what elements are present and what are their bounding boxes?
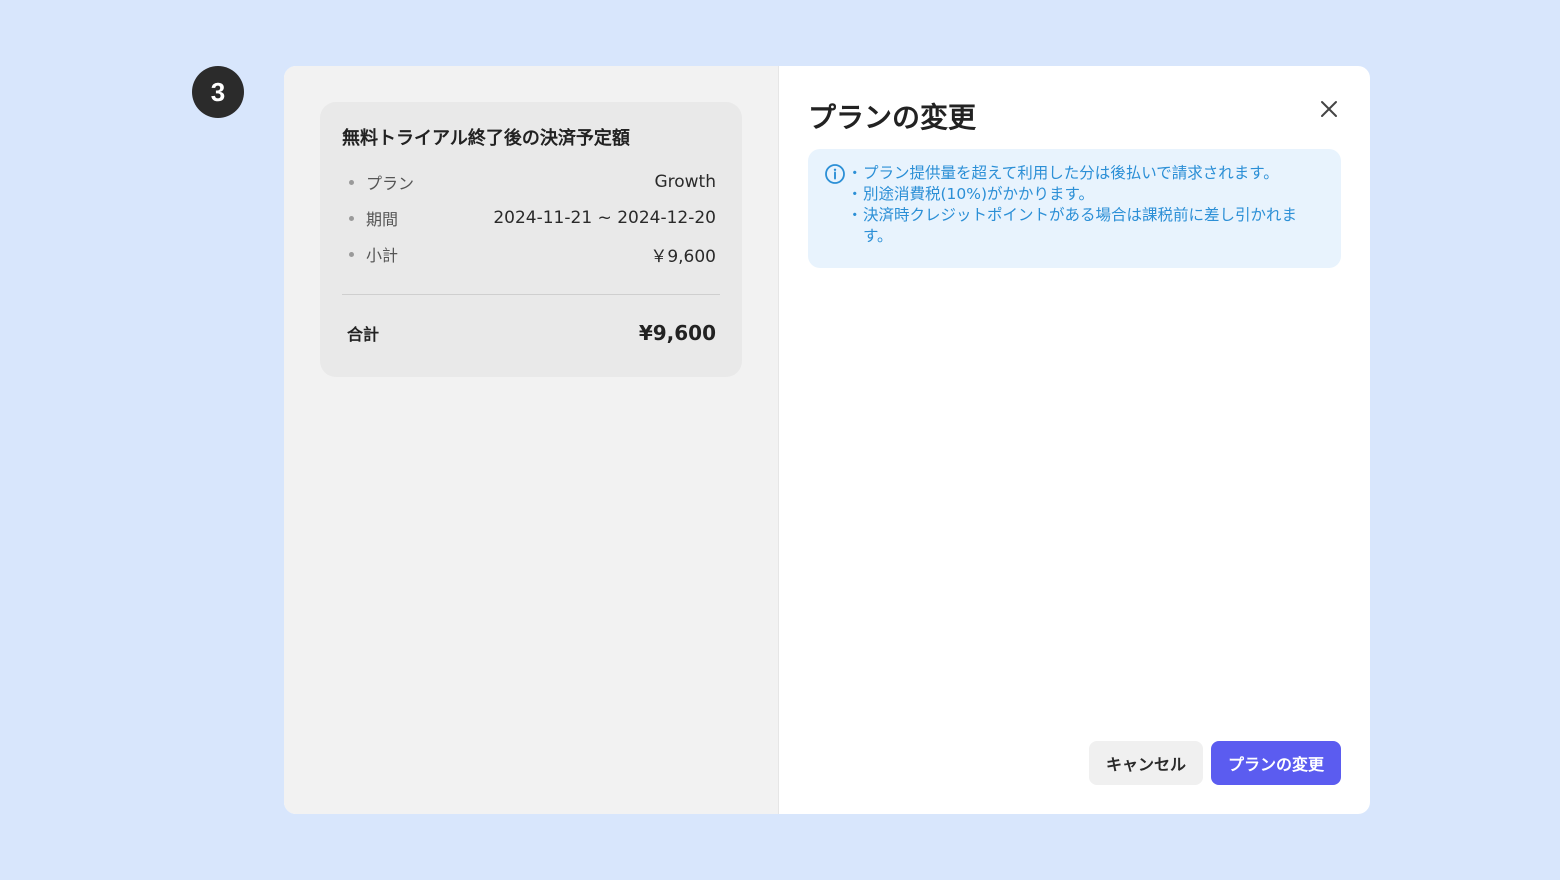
summary-row-plan: プラン Growth [342,164,716,200]
step-number: 3 [210,76,226,107]
close-icon [1321,101,1337,117]
dialog-footer: キャンセル プランの変更 [1088,741,1341,785]
info-icon [825,164,845,184]
summary-row-value: Growth [654,172,716,192]
total-label: 合計 [347,325,380,344]
summary-title: 無料トライアル終了後の決済予定額 [342,128,630,149]
info-notice: プラン提供量を超えて利用した分は後払いで請求されます。 別途消費税(10%)がか… [808,149,1341,268]
summary-row-label: プラン [366,174,415,193]
step-number-badge: 3 [192,66,244,118]
plan-change-pane: プランの変更 プラン提供量を超えて利用した分は後払いで請求されます。 別途消費税… [779,66,1370,814]
total-value: ¥9,600 [638,321,716,345]
change-plan-button[interactable]: プランの変更 [1210,741,1341,785]
summary-row-period: 期間 2024-11-21 ~ 2024-12-20 [342,200,716,236]
payment-summary-card: 無料トライアル終了後の決済予定額 プラン Growth 期間 2024-11-2… [320,102,742,377]
bullet-icon [349,215,354,221]
close-button[interactable] [1314,94,1344,124]
bullet-icon [349,251,354,257]
change-plan-dialog: 無料トライアル終了後の決済予定額 プラン Growth 期間 2024-11-2… [284,66,1370,814]
summary-total-row: 合計 ¥9,600 [342,321,716,345]
dialog-title: プランの変更 [808,101,977,134]
summary-row-label: 小計 [366,246,399,265]
info-list: プラン提供量を超えて利用した分は後払いで請求されます。 別途消費税(10%)がか… [847,163,1325,268]
summary-row-label: 期間 [366,210,399,229]
info-line: プラン提供量を超えて利用した分は後払いで請求されます。 [847,163,1325,184]
payment-summary-pane: 無料トライアル終了後の決済予定額 プラン Growth 期間 2024-11-2… [284,66,779,814]
cancel-button[interactable]: キャンセル [1088,741,1203,785]
summary-row-value: 2024-11-21 ~ 2024-12-20 [493,208,716,228]
bullet-icon [349,179,354,185]
summary-divider [342,294,720,295]
info-line: 決済時クレジットポイントがある場合は課税前に差し引かれます。 [847,205,1325,247]
info-line: 別途消費税(10%)がかかります。 [847,184,1325,205]
summary-row-value: ￥9,600 [650,246,716,267]
summary-row-subtotal: 小計 ￥9,600 [342,236,716,272]
